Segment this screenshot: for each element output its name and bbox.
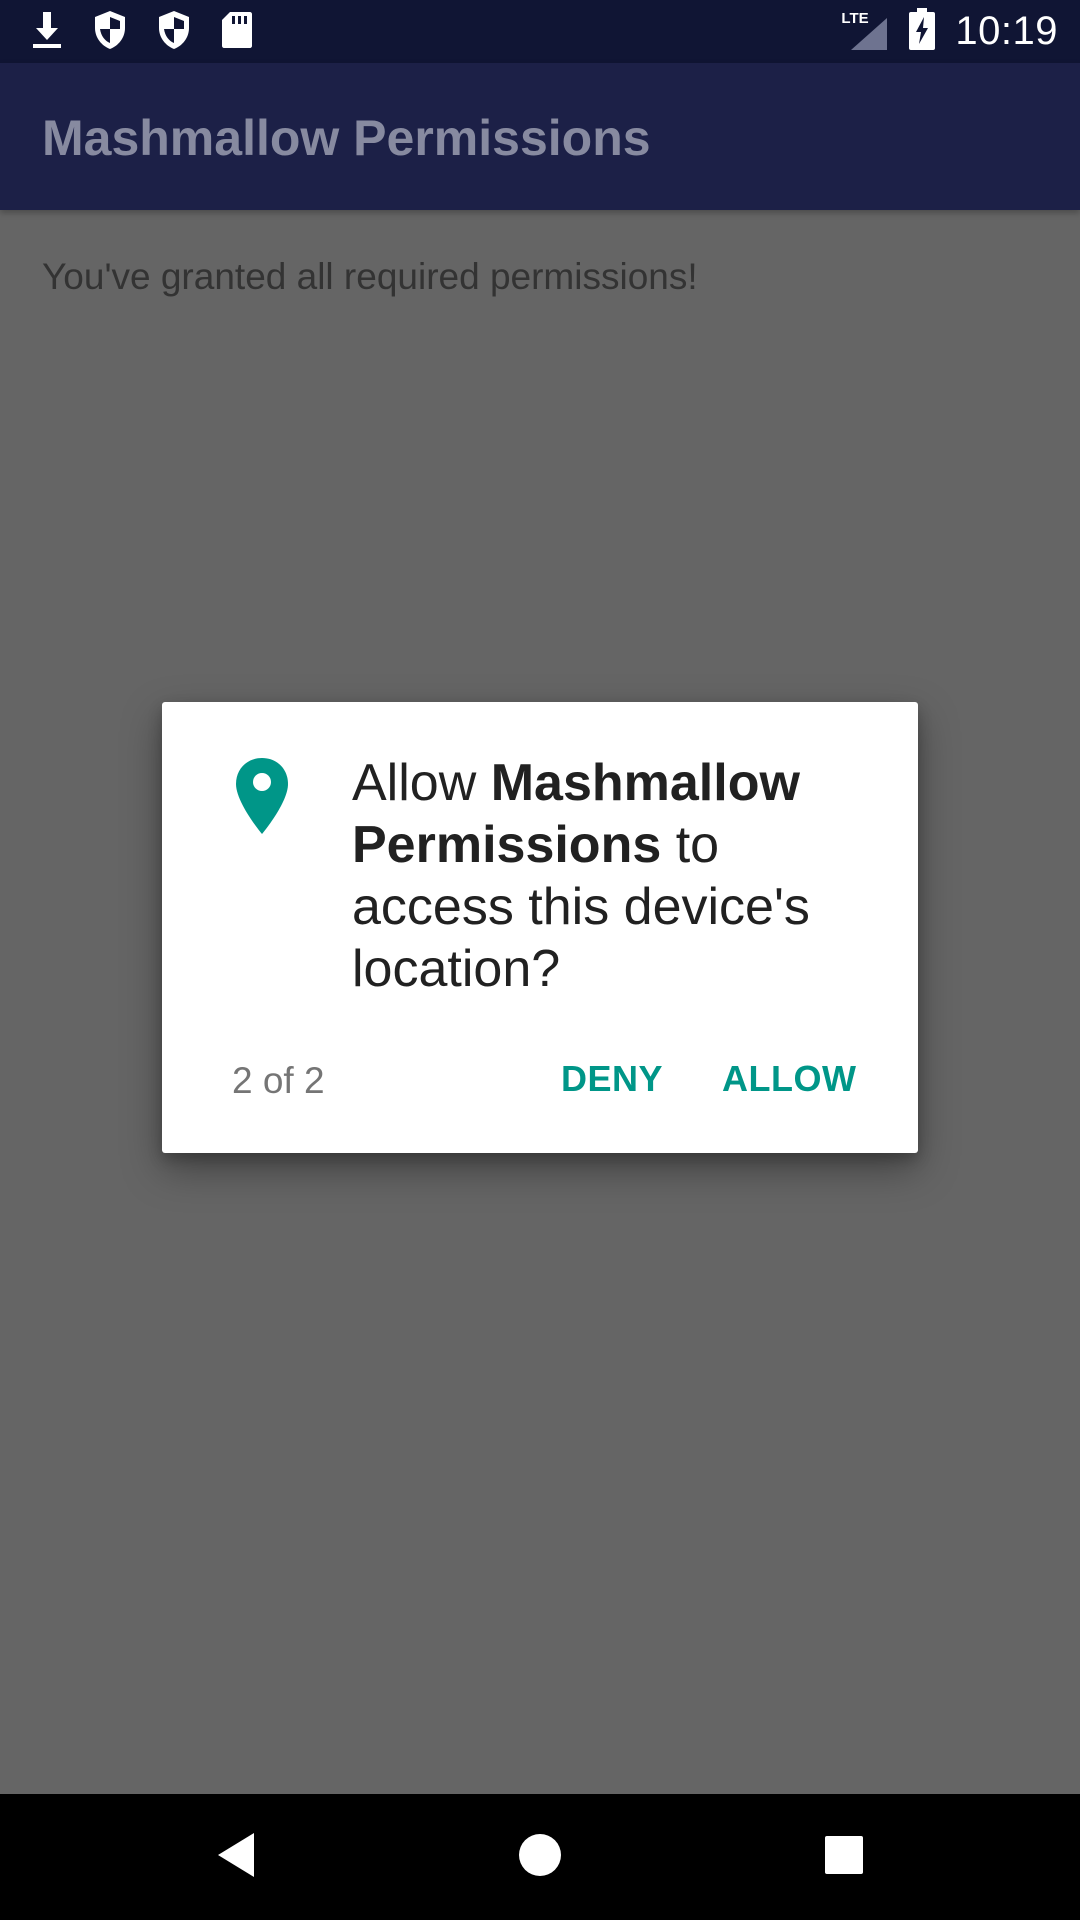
permission-dialog: Allow Mashmallow Permissions to access t… (162, 702, 918, 1153)
battery-charging-icon (909, 8, 936, 55)
deny-button[interactable]: DENY (561, 1058, 663, 1100)
home-button[interactable] (480, 1794, 600, 1920)
back-icon (214, 1830, 258, 1885)
clock: 10:19 (955, 9, 1058, 53)
dialog-message: Allow Mashmallow Permissions to access t… (352, 752, 872, 1000)
signal-icon: LTE (839, 10, 891, 54)
home-icon (517, 1832, 563, 1883)
download-icon (30, 10, 64, 55)
permissions-status-text: You've granted all required permissions! (42, 256, 698, 297)
location-pin-icon (234, 756, 290, 841)
status-icons-left (30, 10, 282, 54)
shield-icon (156, 9, 192, 56)
status-bar: LTE 10:19 (0, 0, 1080, 63)
app-bar: Mashmallow Permissions (0, 63, 1080, 210)
back-button[interactable] (176, 1794, 296, 1920)
navigation-bar (0, 1794, 1080, 1920)
app-title: Mashmallow Permissions (42, 110, 651, 166)
sd-card-icon (220, 10, 254, 55)
recents-button[interactable] (784, 1794, 904, 1920)
dialog-counter: 2 of 2 (232, 1060, 325, 1101)
dialog-message-prefix: Allow (352, 754, 491, 812)
recents-icon (823, 1834, 865, 1881)
shield-icon (92, 9, 128, 56)
allow-button[interactable]: ALLOW (722, 1058, 856, 1100)
status-icons-right: LTE 10:19 (839, 0, 1058, 63)
